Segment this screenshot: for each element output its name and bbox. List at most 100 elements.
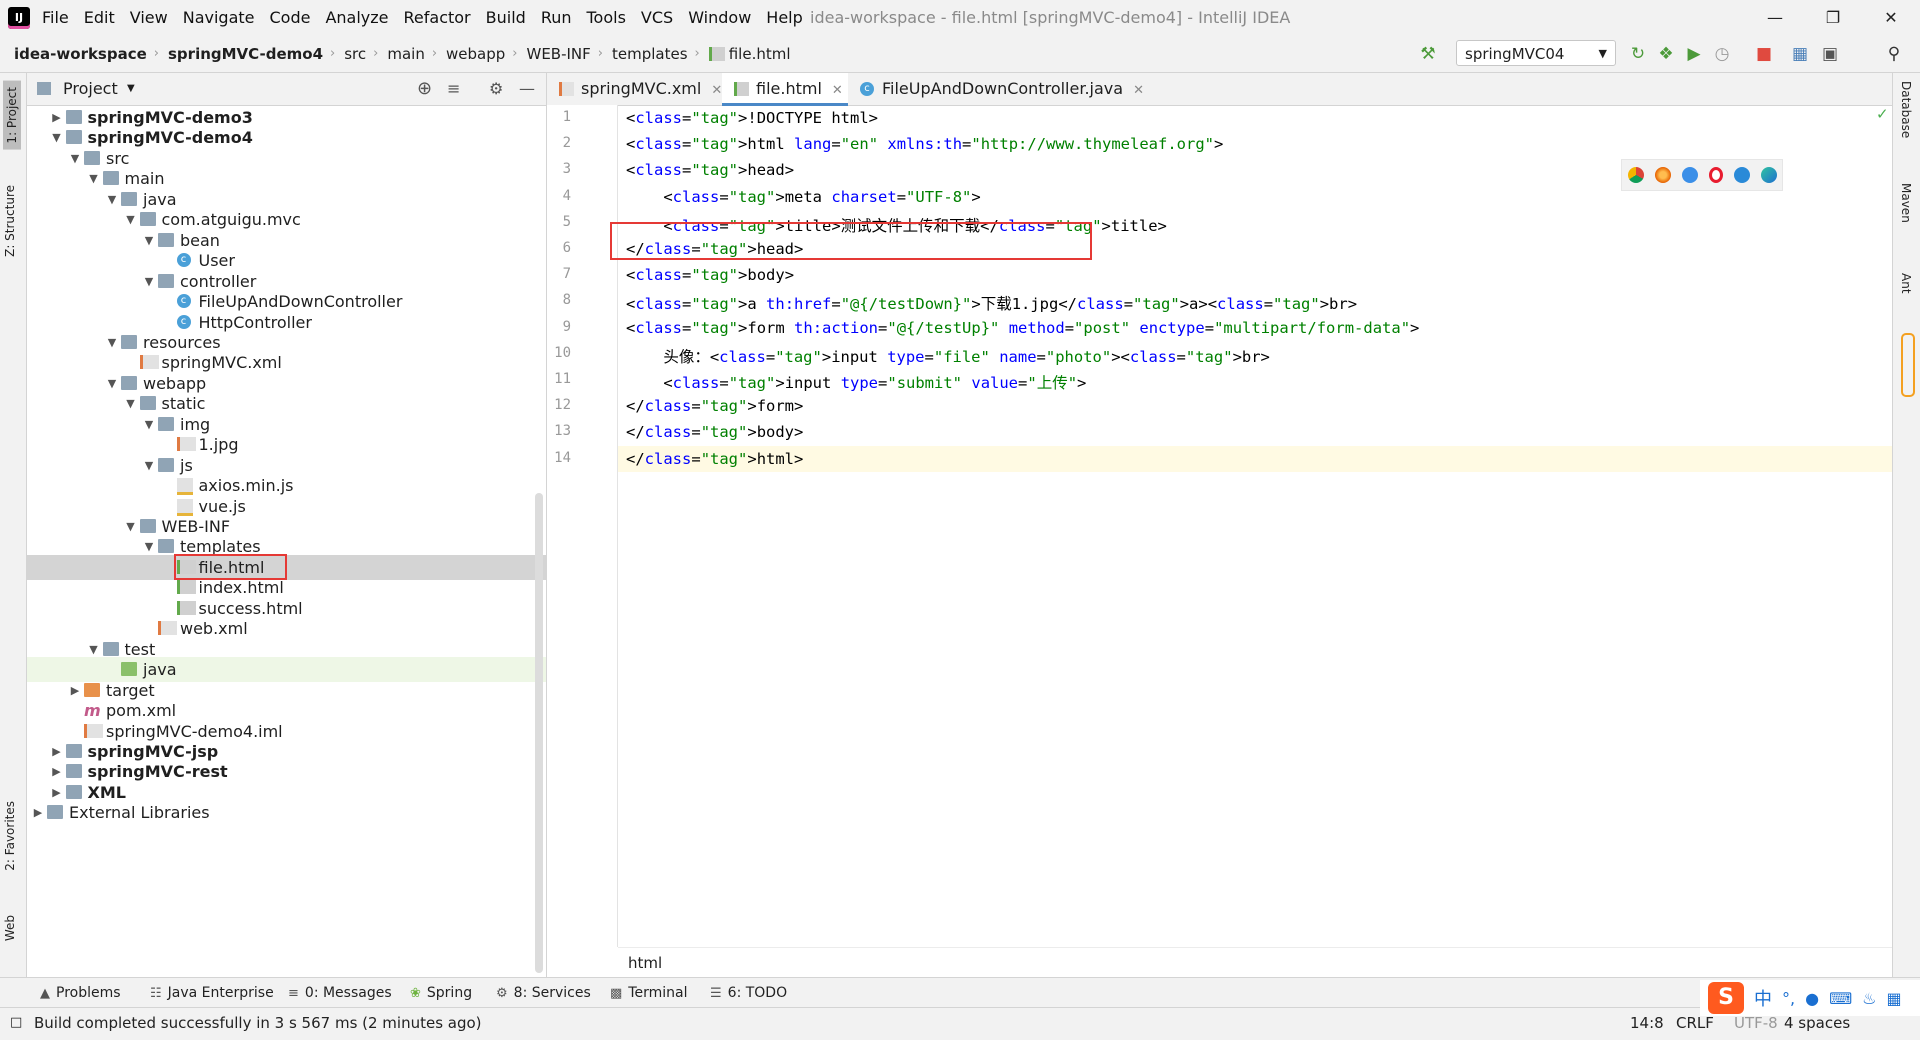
status-message[interactable]: Build completed successfully in 3 s 567 … [34, 1008, 482, 1038]
tab-fileupanddowncontroller[interactable]: c FileUpAndDownController.java ✕ [848, 73, 1144, 105]
maven-icon: m [84, 701, 101, 721]
tab-structure[interactable]: Z: Structure [3, 185, 17, 257]
todo-icon: ☰ [710, 986, 722, 1001]
menu-file[interactable]: File [42, 0, 69, 35]
code-line: <class="tag">html lang="en" xmlns:th="ht… [626, 135, 1224, 154]
tab-ant[interactable]: Ant [1899, 273, 1913, 294]
tab-web[interactable]: Web [3, 915, 17, 941]
tab-messages[interactable]: ≡ 0: Messages [288, 978, 392, 1008]
chrome-icon[interactable] [1627, 167, 1644, 183]
breadcrumb-main[interactable]: main [387, 45, 424, 63]
menu-tools[interactable]: Tools [587, 0, 626, 35]
breadcrumb-src[interactable]: src [344, 45, 366, 63]
java-enterprise-icon: ☷ [150, 986, 162, 1001]
close-tab-icon[interactable]: ✕ [711, 83, 722, 98]
menu-build[interactable]: Build [486, 0, 526, 35]
microphone-icon[interactable]: ● [1805, 989, 1819, 1008]
skin-icon[interactable]: ♨ [1862, 989, 1876, 1008]
menu-code[interactable]: Code [270, 0, 311, 35]
test-folder-icon [121, 662, 137, 677]
locate-icon[interactable]: ⊕ [417, 73, 432, 105]
menu-analyze[interactable]: Analyze [325, 0, 388, 35]
rerun-icon[interactable]: ↻ [1628, 44, 1648, 64]
js-file-icon [176, 498, 193, 516]
edge-icon[interactable] [1760, 167, 1777, 183]
chevron-down-icon[interactable]: ▼ [127, 73, 135, 105]
tab-springmvc-xml[interactable]: springMVC.xml ✕ [547, 73, 722, 105]
presentation-icon[interactable]: ▣ [1820, 44, 1840, 64]
folder-icon [121, 334, 137, 349]
status-toggle-icon[interactable]: □ [10, 1008, 22, 1038]
breadcrumb-web-inf[interactable]: WEB-INF [527, 45, 591, 63]
tab-favorites[interactable]: 2: Favorites [3, 801, 17, 871]
tab-problems[interactable]: ▲ Problems [40, 978, 121, 1008]
tab-maven[interactable]: Maven [1899, 183, 1913, 223]
code-editor[interactable]: <class="tag">!DOCTYPE html> <class="tag">… [610, 105, 1892, 947]
close-tab-icon[interactable]: ✕ [1133, 83, 1144, 98]
code-line: </class="tag">body> [626, 423, 804, 442]
punctuation-icon[interactable]: °, [1782, 989, 1795, 1008]
menu-view[interactable]: View [130, 0, 168, 35]
restore-icon[interactable]: ❐ [1808, 0, 1858, 35]
sogou-ime-icon[interactable]: S [1708, 982, 1744, 1014]
menu-vcs[interactable]: VCS [641, 0, 673, 35]
tab-project[interactable]: 1: Project [3, 81, 21, 150]
breadcrumb-file[interactable]: file.html [729, 45, 791, 63]
breadcrumb-module[interactable]: springMVC-demo4 [168, 45, 323, 63]
tab-label: springMVC.xml [581, 79, 702, 98]
package-icon [158, 232, 174, 247]
hide-icon[interactable]: — [519, 73, 535, 105]
editor-breadcrumb-html[interactable]: html [628, 954, 662, 972]
tab-file-html[interactable]: file.html ✕ [722, 73, 848, 106]
tab-services[interactable]: ⚙ 8: Services [496, 978, 591, 1008]
minimize-icon[interactable]: — [1750, 0, 1800, 35]
menu-window[interactable]: Window [688, 0, 751, 35]
project-panel-title[interactable]: Project [63, 73, 118, 105]
breadcrumb-templates[interactable]: templates [612, 45, 688, 63]
close-icon[interactable]: ✕ [1866, 0, 1916, 35]
debug-icon[interactable]: ❖ [1656, 44, 1676, 64]
safari-icon[interactable] [1681, 167, 1698, 183]
tab-terminal[interactable]: ▩ Terminal [610, 978, 687, 1008]
menu-edit[interactable]: Edit [84, 0, 115, 35]
menu-refactor[interactable]: Refactor [404, 0, 471, 35]
source-folder-icon [121, 375, 137, 390]
line-number: 8 [562, 292, 571, 309]
code-line: <class="tag">meta charset="UTF-8"> [626, 187, 981, 206]
scroll-thumb[interactable] [1901, 333, 1915, 397]
menu-run[interactable]: Run [541, 0, 572, 35]
close-tab-icon[interactable]: ✕ [832, 83, 843, 98]
code-line: <class="tag">head> [626, 161, 795, 180]
tab-spring-label: Spring [426, 985, 473, 1001]
tab-java-enterprise[interactable]: ☷ Java Enterprise [150, 978, 274, 1008]
menu-navigate[interactable]: Navigate [183, 0, 255, 35]
html-file-icon [734, 82, 749, 96]
breadcrumb-workspace[interactable]: idea-workspace [14, 45, 147, 63]
source-folder-icon [121, 191, 137, 206]
caret-position[interactable]: 14:8 [1630, 1008, 1664, 1038]
gear-icon[interactable]: ⚙ [489, 73, 503, 105]
firefox-icon[interactable] [1654, 167, 1671, 183]
collapse-icon[interactable]: ≡ [447, 73, 460, 105]
ie-icon[interactable] [1733, 167, 1750, 183]
run-config-select[interactable]: springMVC04 ▼ [1456, 40, 1616, 66]
ime-mode-label[interactable]: 中 [1754, 985, 1772, 1011]
tab-todo[interactable]: ☰ 6: TODO [710, 978, 787, 1008]
coverage-icon[interactable]: ▶ [1684, 44, 1704, 64]
keyboard-icon[interactable]: ⌨ [1829, 989, 1852, 1008]
breadcrumb-webapp[interactable]: webapp [446, 45, 505, 63]
tab-database[interactable]: Database [1899, 81, 1913, 138]
tree-scrollbar[interactable] [535, 493, 543, 973]
build-hammer-icon[interactable]: ⚒ [1418, 44, 1438, 64]
profile-icon[interactable]: ◷ [1712, 44, 1732, 64]
tab-spring[interactable]: ❀ Spring [410, 978, 472, 1008]
project-structure-icon[interactable]: ▦ [1790, 44, 1810, 64]
menu-help[interactable]: Help [766, 0, 802, 35]
warning-icon: ▲ [40, 986, 50, 1001]
grid-icon[interactable]: ▦ [1887, 989, 1902, 1008]
stop-icon[interactable]: ■ [1754, 44, 1774, 64]
search-icon[interactable]: ⚲ [1884, 44, 1904, 64]
opera-icon[interactable] [1708, 167, 1723, 183]
collapse-arrow-icon[interactable]: ▶ [31, 800, 45, 825]
tree-item[interactable]: ▶ External Libraries [27, 800, 546, 825]
